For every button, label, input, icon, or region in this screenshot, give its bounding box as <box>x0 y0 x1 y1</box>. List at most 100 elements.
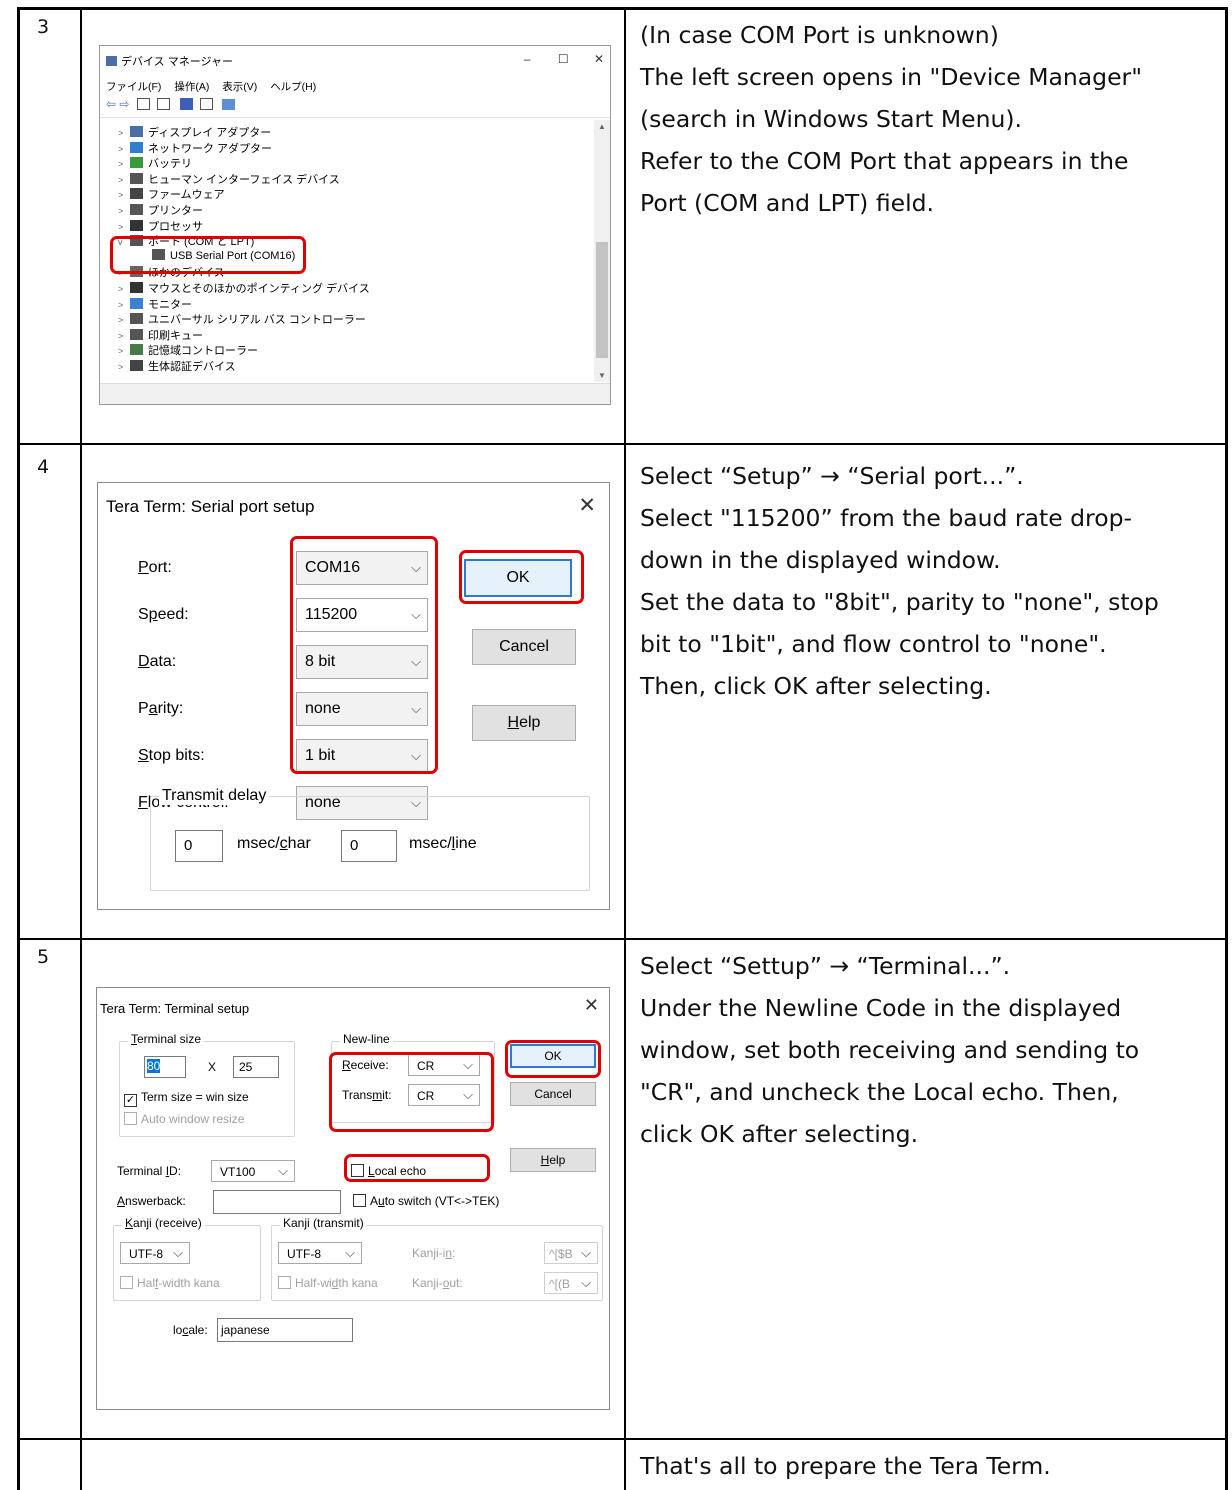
chevron-right-icon[interactable]: > <box>118 159 130 169</box>
device-tree-item[interactable]: > 生体認証デバイス <box>118 358 236 374</box>
help-button[interactable]: Help <box>472 705 576 741</box>
cols-input[interactable]: 80 <box>144 1056 186 1078</box>
device-tree-item[interactable]: > ユニバーサル シリアル バス コントローラー <box>118 311 366 327</box>
back-arrow-icon[interactable]: ⇦ <box>106 97 116 111</box>
device-tree-item[interactable]: > ネットワーク アダプター <box>118 140 272 156</box>
close-button[interactable]: ✕ <box>594 52 604 66</box>
menu-view[interactable]: 表示(V) <box>222 81 257 93</box>
description-line: Select “Setup” → “Serial port...”. <box>640 462 1024 490</box>
help-icon[interactable] <box>179 98 193 110</box>
highlight-serial-fields <box>290 536 438 774</box>
description-line: (In case COM Port is unknown) <box>640 21 999 49</box>
locale-input[interactable]: japanese <box>217 1318 353 1342</box>
chevron-right-icon[interactable]: > <box>118 190 130 200</box>
kanji-in-select[interactable]: ^[$B ⌵ <box>544 1242 598 1264</box>
chevron-down-icon: ⌵ <box>581 1245 591 1260</box>
speed-label: Speed: <box>138 606 189 623</box>
cancel-button[interactable]: Cancel <box>472 629 576 665</box>
chevron-right-icon[interactable]: > <box>118 284 130 294</box>
kanji-in-label: Kanji-in: <box>412 1246 456 1260</box>
device-tree-item[interactable]: > ディスプレイ アダプター <box>118 124 271 140</box>
scrollbar[interactable]: ▲ ▼ <box>594 120 610 382</box>
answerback-input[interactable] <box>213 1190 341 1214</box>
port-label: Port: <box>138 559 172 576</box>
kanji-out-value: ^[(B <box>549 1277 570 1291</box>
scroll-down-icon[interactable]: ▼ <box>598 371 606 380</box>
auto-switch-checkbox[interactable]: Auto switch (VT<->TEK) <box>353 1194 499 1208</box>
properties-icon[interactable] <box>136 98 150 110</box>
highlight-ok-button <box>459 550 584 604</box>
storage-controller-icon <box>130 344 143 356</box>
chevron-right-icon[interactable]: > <box>118 362 130 372</box>
description-line: Refer to the COM Port that appears in th… <box>640 147 1129 175</box>
column-divider-2 <box>624 7 626 1490</box>
device-tree-item[interactable]: > モニター <box>118 296 192 312</box>
chevron-right-icon[interactable]: > <box>118 144 130 154</box>
msec-char-label: msec/char <box>237 835 311 852</box>
usb-controller-icon <box>130 313 143 325</box>
device-tree-item[interactable]: > ヒューマン インターフェイス デバイス <box>118 171 340 187</box>
menu-file[interactable]: ファイル(F) <box>106 81 161 93</box>
processor-icon <box>130 219 143 231</box>
device-tree-item[interactable]: > プロセッサ <box>118 218 203 234</box>
highlight-local-echo <box>344 1154 490 1182</box>
kanji-receive-select[interactable]: UTF-8 ⌵ <box>120 1242 190 1264</box>
msec-line-input[interactable]: 0 <box>341 830 397 862</box>
device-manager-icon <box>106 56 117 66</box>
device-tree-item[interactable]: > 記憶域コントローラー <box>118 342 258 358</box>
close-icon[interactable]: ✕ <box>578 493 596 518</box>
print-queue-icon <box>130 328 143 340</box>
half-width-kana-receive-checkbox[interactable]: Half-width kana <box>120 1276 220 1290</box>
maximize-button[interactable]: ☐ <box>558 52 569 66</box>
close-icon[interactable]: ✕ <box>584 995 599 1016</box>
device-tree-item[interactable]: > ファームウェア <box>118 186 225 202</box>
locale-label: locale: <box>173 1323 208 1337</box>
update-icon[interactable] <box>199 98 213 110</box>
device-tree-label: ファームウェア <box>148 189 225 202</box>
device-tree-label: 印刷キュー <box>148 329 203 342</box>
kanji-in-value: ^[$B <box>549 1247 573 1261</box>
chevron-right-icon[interactable]: > <box>118 300 130 310</box>
term-size-eq-win-checkbox[interactable]: ✓ Term size = win size <box>124 1090 249 1107</box>
firmware-icon <box>130 188 143 200</box>
minimize-button[interactable]: – <box>524 52 531 66</box>
scroll-up-icon[interactable]: ▲ <box>598 122 606 131</box>
kanji-out-select[interactable]: ^[(B ⌵ <box>544 1272 598 1294</box>
chevron-right-icon[interactable]: > <box>118 315 130 325</box>
description-line: "CR", and uncheck the Local echo. Then, <box>640 1078 1119 1106</box>
description-line: down in the displayed window. <box>640 546 1001 574</box>
chevron-right-icon[interactable]: > <box>118 222 130 232</box>
checkbox-icon <box>278 1276 291 1289</box>
chevron-right-icon[interactable]: > <box>118 128 130 138</box>
cancel-button[interactable]: Cancel <box>510 1082 596 1106</box>
device-tree-item[interactable]: > マウスとそのほかのポインティング デバイス <box>118 280 370 296</box>
description-line: Select "115200” from the baud rate drop- <box>640 504 1132 532</box>
help-button[interactable]: Help <box>510 1148 596 1172</box>
device-tree-item[interactable]: > 印刷キュー <box>118 327 203 343</box>
instruction-table: 3 4 5 (In case COM Port is unknown) The … <box>0 0 1232 1490</box>
chevron-right-icon[interactable]: > <box>118 346 130 356</box>
device-tree-item[interactable]: > プリンター <box>118 202 203 218</box>
chevron-right-icon[interactable]: > <box>118 206 130 216</box>
monitor-scan-icon[interactable] <box>222 99 236 110</box>
menu-help[interactable]: ヘルプ(H) <box>270 81 316 93</box>
chevron-right-icon[interactable]: > <box>118 331 130 341</box>
terminal-id-select[interactable]: VT100 ⌵ <box>211 1160 295 1182</box>
list-icon[interactable] <box>157 98 171 110</box>
menu-action[interactable]: 操作(A) <box>174 81 209 93</box>
msec-char-input[interactable]: 0 <box>175 830 223 862</box>
chevron-right-icon[interactable]: > <box>118 175 130 185</box>
rows-input[interactable]: 25 <box>233 1056 279 1078</box>
description-line: (search in Windows Start Menu). <box>640 105 1023 133</box>
description-line: The left screen opens in "Device Manager… <box>640 63 1143 91</box>
device-tree-item[interactable]: > バッテリ <box>118 155 192 171</box>
step-description: That's all to prepare the Tera Term. <box>640 1445 1051 1487</box>
kanji-transmit-select[interactable]: UTF-8 ⌵ <box>278 1242 362 1264</box>
auto-window-resize-checkbox[interactable]: Auto window resize <box>124 1112 244 1126</box>
forward-arrow-icon[interactable]: ⇨ <box>119 97 129 111</box>
half-width-kana-transmit-checkbox[interactable]: Half-width kana <box>278 1276 378 1290</box>
scrollbar-thumb[interactable] <box>596 242 608 358</box>
kanji-receive-value: UTF-8 <box>129 1247 163 1261</box>
highlight-ok-button <box>505 1040 601 1078</box>
answerback-label: Answerback: <box>117 1194 186 1208</box>
